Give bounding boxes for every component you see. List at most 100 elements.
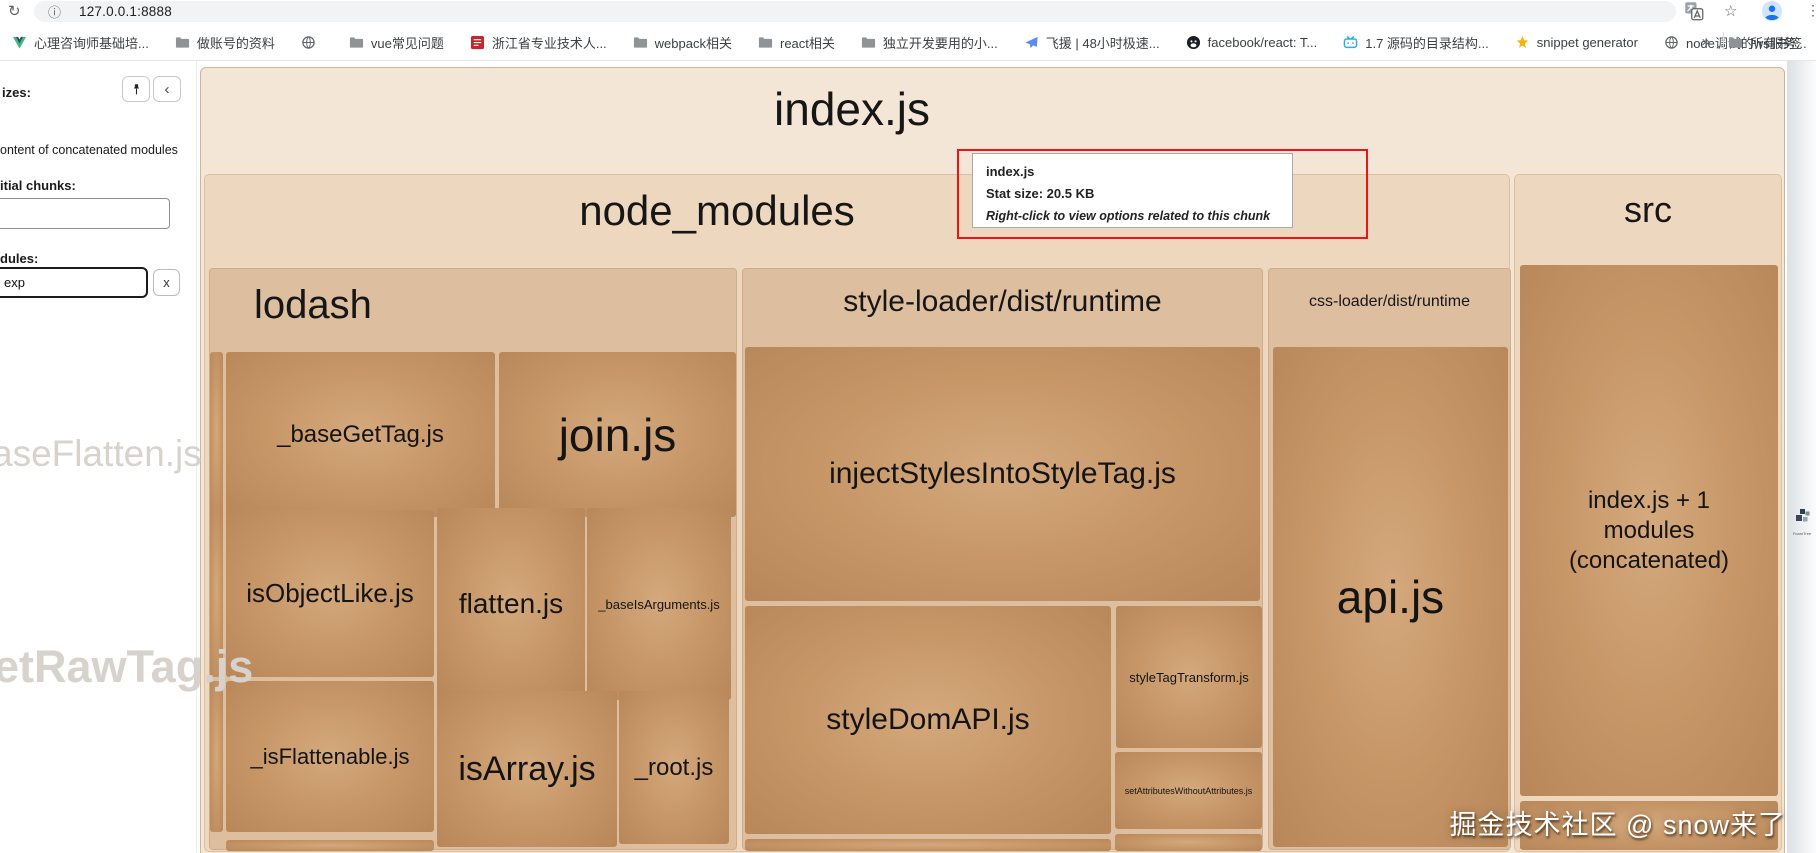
chunk-title: index.js	[774, 83, 930, 135]
close-icon: x	[163, 275, 170, 290]
site-info-icon[interactable]: ⓘ	[48, 2, 61, 21]
concatenated-modules-checkbox-label[interactable]: ontent of concatenated modules	[0, 143, 178, 157]
treemap-cell[interactable]: join.js	[499, 352, 736, 517]
bookmark-label: facebook/react: T...	[1207, 34, 1318, 50]
github-icon	[1186, 35, 1201, 50]
page-right-gutter: FoamTree	[1787, 61, 1816, 853]
search-modules-label: dules:	[0, 251, 39, 266]
group-title: lodash	[254, 283, 372, 327]
group-title: src	[1624, 189, 1672, 230]
treemap-group-node-modules[interactable]: node_modules lodash _baseGetTag.js join.…	[204, 174, 1511, 852]
bookmark-label: 做账号的资料	[196, 35, 275, 51]
pin-icon	[130, 83, 143, 96]
bilibili-icon	[1343, 35, 1358, 50]
all-bookmarks-button[interactable]: 所有书签	[1728, 33, 1812, 52]
treemap-cell-partial[interactable]	[1115, 834, 1262, 851]
bookmark-star-icon[interactable]: ☆	[1724, 2, 1737, 20]
folder-icon	[861, 35, 876, 50]
bookmark-label: 独立开发要用的小...	[882, 35, 998, 51]
treemap-cell[interactable]: _baseIsArguments.js	[587, 508, 731, 700]
globe-icon	[1664, 35, 1679, 50]
treemap-cell[interactable]: injectStylesIntoStyleTag.js	[745, 347, 1260, 601]
folder-icon	[349, 35, 364, 50]
treemap-cell[interactable]: styleTagTransform.js	[1116, 606, 1262, 748]
group-title: style-loader/dist/runtime	[843, 285, 1162, 318]
treemap-cell[interactable]: styleDomAPI.js	[745, 606, 1111, 834]
profile-avatar[interactable]	[1762, 1, 1782, 21]
clear-search-button[interactable]: x	[153, 269, 180, 296]
treemap-cell[interactable]: flatten.js	[437, 508, 585, 700]
treemap-sizes-label: izes:	[2, 85, 31, 100]
all-bookmarks-label: 所有书签	[1750, 36, 1803, 51]
bookmark-label: vue常见问题	[370, 35, 444, 51]
treemap-cell-partial[interactable]	[226, 840, 434, 851]
analyzer-sidebar: ‹ izes: ontent of concatenated modules i…	[0, 61, 253, 853]
group-title: css-loader/dist/runtime	[1309, 293, 1470, 310]
bookmark-label: react相关	[779, 35, 835, 51]
treemap-cell-partial[interactable]	[210, 352, 223, 517]
treemap-cell[interactable]: isObjectLike.js	[226, 510, 434, 677]
bookmark-item[interactable]: react相关	[758, 33, 835, 52]
bookmark-item[interactable]: webpack相关	[633, 33, 732, 52]
treemap-cell[interactable]: _isFlattenable.js	[226, 681, 434, 832]
bookmark-item[interactable]	[301, 35, 323, 50]
initial-chunks-label: itial chunks:	[0, 178, 76, 193]
group-title: node_modules	[579, 187, 855, 234]
folder-icon	[758, 35, 773, 50]
browser-menu-icon[interactable]: ⋮	[1806, 2, 1816, 19]
chevron-left-icon: ‹	[164, 80, 170, 98]
occluded-treemap-text: etRawTag.js	[0, 641, 254, 692]
search-modules-input[interactable]	[0, 267, 148, 298]
bookmark-label: snippet generator	[1536, 34, 1638, 50]
treemap-cell[interactable]: _baseGetTag.js	[226, 352, 495, 517]
webpack-bundle-analyzer-page: index.js node_modules lodash _baseGetTag…	[0, 60, 1816, 853]
treemap-group-style-loader[interactable]: style-loader/dist/runtime injectStylesIn…	[742, 268, 1263, 851]
bookmark-item[interactable]: 浙江省专业技术人...	[470, 33, 607, 52]
folder-icon	[633, 35, 648, 50]
bookmark-label: 飞援 | 48小时极速...	[1045, 35, 1160, 51]
treemap-cell-partial[interactable]	[745, 839, 1111, 851]
occluded-treemap-text: aseFlatten.js	[0, 433, 202, 474]
bookmark-item[interactable]: snippet generator	[1515, 35, 1638, 50]
seal-icon	[470, 35, 485, 50]
pin-sidebar-button[interactable]	[122, 76, 150, 102]
treemap-cell[interactable]: isArray.js	[437, 691, 617, 847]
treemap-cell[interactable]: setAttributesWithoutAttributes.js	[1115, 752, 1262, 829]
chunks-filter-input[interactable]	[0, 198, 170, 229]
address-bar[interactable]: ⓘ 127.0.0.1:8888	[34, 1, 1676, 22]
treemap-cell[interactable]: _root.js	[619, 691, 729, 844]
foamtree-logo-icon	[1794, 509, 1810, 525]
bookmark-label: 1.7 源码的目录结构...	[1365, 35, 1489, 51]
foamtree-label: FoamTree	[1792, 531, 1812, 536]
bookmark-label: 浙江省专业技术人...	[491, 35, 607, 51]
reload-icon[interactable]: ↻	[8, 2, 21, 20]
bookmark-item[interactable]: 心理咨询师基础培...	[12, 33, 149, 52]
bookmark-label: webpack相关	[654, 35, 732, 51]
folder-icon	[175, 35, 190, 50]
treemap-group-lodash[interactable]: lodash _baseGetTag.js join.js isObjectLi…	[209, 268, 737, 851]
bookmark-item[interactable]: 1.7 源码的目录结构...	[1343, 33, 1489, 52]
treemap-group-src[interactable]: src index.js + 1 modules (concatenated)	[1514, 174, 1782, 852]
treemap-cell[interactable]: api.js	[1273, 347, 1508, 847]
bookmark-item[interactable]: 飞援 | 48小时极速...	[1024, 33, 1160, 52]
bookmark-label: 心理咨询师基础培...	[34, 35, 149, 51]
translate-icon[interactable]	[1684, 1, 1704, 21]
red-annotation-box	[957, 149, 1368, 239]
concat-cell-label: index.js + 1 modules (concatenated)	[1568, 486, 1730, 574]
bookmarks-bar: 心理咨询师基础培... 做账号的资料 vue常见问题 浙江省专业技术人... w…	[0, 24, 1816, 60]
watermark-text: 掘金技术社区 @ snow来了	[1449, 810, 1786, 840]
star-icon	[1515, 35, 1530, 50]
url-text[interactable]: 127.0.0.1:8888	[79, 4, 172, 19]
collapse-sidebar-button[interactable]: ‹	[153, 76, 181, 102]
bookmark-item[interactable]: 做账号的资料	[175, 33, 275, 52]
treemap-cell-concatenated[interactable]: index.js + 1 modules (concatenated)	[1520, 265, 1778, 796]
bookmark-item[interactable]: vue常见问题	[349, 33, 444, 52]
bookmarks-overflow-chevron-icon[interactable]: »	[1702, 33, 1710, 50]
treemap-cell-partial[interactable]	[210, 681, 223, 832]
globe-icon	[301, 35, 316, 50]
treemap-group-css-loader[interactable]: css-loader/dist/runtime api.js	[1268, 268, 1511, 850]
foamtree-attribution: FoamTree	[1791, 509, 1813, 536]
folder-icon	[1728, 35, 1743, 50]
bookmark-item[interactable]: 独立开发要用的小...	[861, 33, 998, 52]
bookmark-item[interactable]: facebook/react: T...	[1186, 34, 1318, 50]
